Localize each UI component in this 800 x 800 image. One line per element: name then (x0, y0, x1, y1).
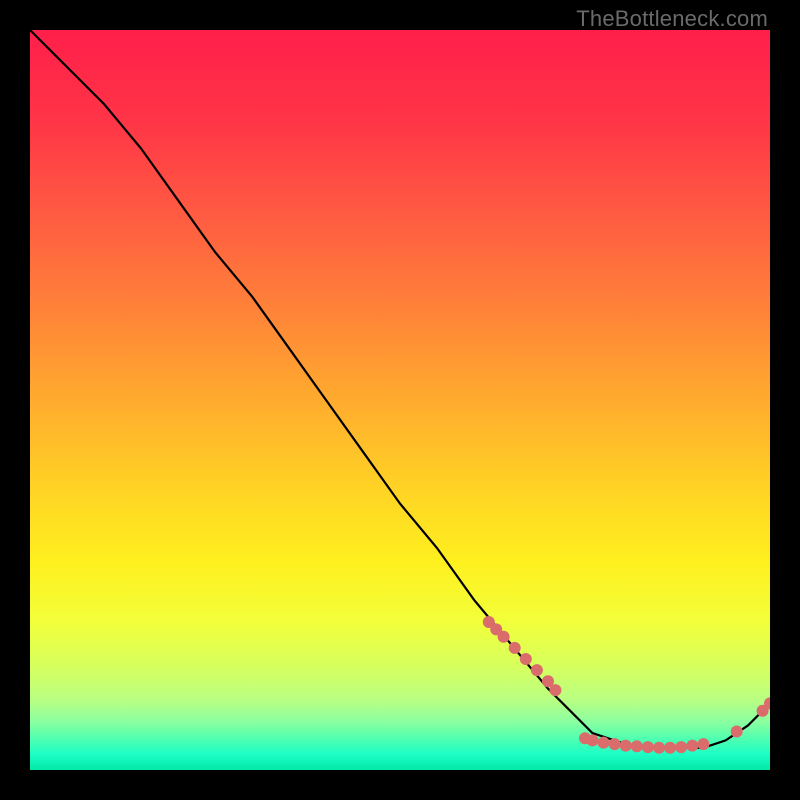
data-point (731, 726, 743, 738)
data-point (664, 742, 676, 754)
data-point (586, 734, 598, 746)
bottleneck-curve-layer (30, 30, 770, 770)
data-point (631, 740, 643, 752)
chart-frame: TheBottleneck.com (0, 0, 800, 800)
data-point (642, 741, 654, 753)
data-point (598, 737, 610, 749)
data-point (520, 653, 532, 665)
data-point (531, 664, 543, 676)
data-point (675, 741, 687, 753)
data-point (620, 740, 632, 752)
bottleneck-curve (30, 30, 770, 748)
data-point (653, 742, 665, 754)
data-point (509, 642, 521, 654)
plot-area (30, 30, 770, 770)
data-point (609, 738, 621, 750)
watermark-text: TheBottleneck.com (576, 6, 768, 32)
data-point (697, 738, 709, 750)
data-point (498, 631, 510, 643)
data-point (549, 684, 561, 696)
curve-data-points (483, 616, 770, 754)
data-point (686, 740, 698, 752)
